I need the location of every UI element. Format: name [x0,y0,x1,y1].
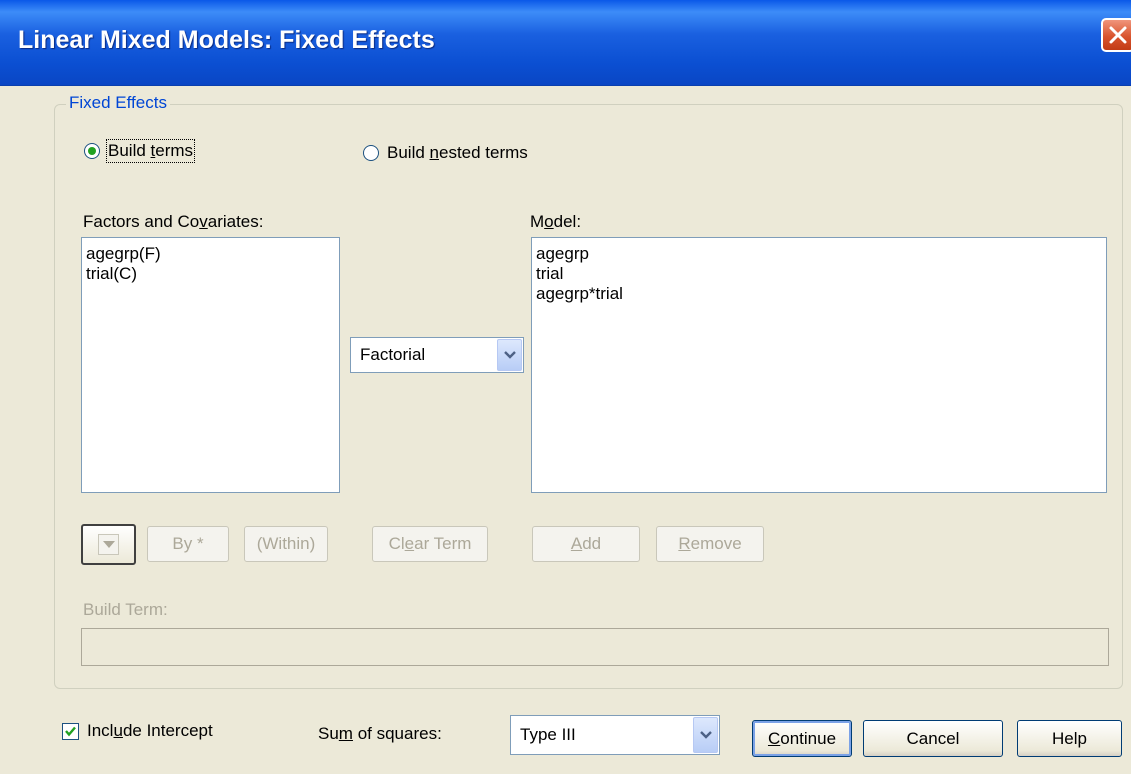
chevron-down-icon [504,351,516,359]
radio-selected-dot [88,147,96,155]
build-terms-label[interactable]: Build terms [105,139,196,163]
model-label: Model: [530,212,582,231]
cancel-button[interactable]: Cancel [863,720,1003,757]
checkmark-icon [65,726,76,737]
term-type-dropdown-button[interactable] [497,339,522,371]
list-item[interactable]: trial(C) [86,264,335,284]
list-item[interactable]: agegrp(F) [86,244,335,264]
include-intercept-label[interactable]: Include Intercept [87,721,213,741]
build-term-label: Build Term: [83,600,168,619]
list-item[interactable]: agegrp*trial [536,284,1102,304]
build-nested-terms-radio[interactable] [363,145,379,161]
clear-term-button[interactable]: Clear Term [372,526,488,562]
build-nested-terms-label[interactable]: Build nested terms [387,143,528,163]
sum-of-squares-value: Type III [520,725,576,744]
move-term-button[interactable] [81,524,136,565]
factors-listbox[interactable]: agegrp(F) trial(C) [81,237,340,493]
list-item[interactable]: trial [536,264,1102,284]
sum-of-squares-select[interactable]: Type III [510,715,720,755]
build-term-field[interactable] [81,628,1109,666]
close-icon [1109,26,1127,44]
close-button[interactable] [1101,18,1131,52]
down-arrow-icon [103,541,115,548]
continue-button[interactable]: Continue [752,720,852,757]
by-button[interactable]: By * [147,526,229,562]
add-button[interactable]: Add [532,526,640,562]
sum-of-squares-label: Sum of squares: [318,724,442,743]
model-listbox[interactable]: agegrp trial agegrp*trial [531,237,1107,493]
group-title: Fixed Effects [66,93,170,113]
remove-button[interactable]: Remove [656,526,764,562]
build-terms-radio[interactable] [84,143,100,159]
within-button[interactable]: (Within) [244,526,328,562]
chevron-down-icon [700,731,712,739]
window-title: Linear Mixed Models: Fixed Effects [18,26,435,54]
include-intercept-checkbox[interactable] [62,723,79,740]
list-item[interactable]: agegrp [536,244,1102,264]
help-button[interactable]: Help [1017,720,1122,757]
factors-label: Factors and Covariates: [83,212,264,231]
term-type-select[interactable]: Factorial [350,337,524,373]
sum-of-squares-dropdown-button[interactable] [693,717,718,753]
term-type-value: Factorial [360,345,426,364]
move-term-button-face [98,534,119,555]
title-bar: Linear Mixed Models: Fixed Effects [0,0,1131,86]
